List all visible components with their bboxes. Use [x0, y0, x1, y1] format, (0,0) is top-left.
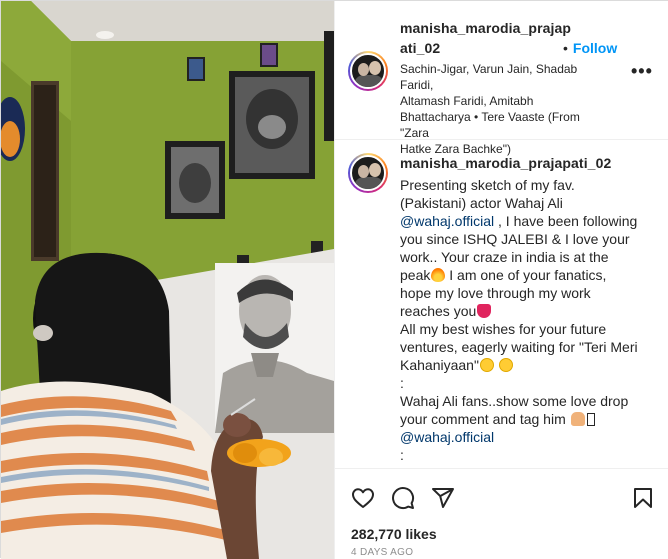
caption-line: All my best wishes for your future: [400, 321, 607, 337]
mention-link[interactable]: @wahaj.official: [400, 428, 655, 446]
bookmark-icon[interactable]: [631, 486, 655, 510]
caption-line: ventures, eagerly waiting for "Teri Meri: [400, 339, 638, 355]
caption-line: hope my love through my work: [400, 285, 591, 301]
paper-plane-icon[interactable]: [431, 486, 455, 510]
follow-button[interactable]: • Follow: [563, 40, 617, 56]
sketching-photo: [1, 1, 334, 559]
hugging-face-emoji-icon: [498, 358, 513, 372]
caption-author-username[interactable]: manisha_marodia_prajapati_02: [400, 155, 611, 171]
author-avatar[interactable]: [348, 51, 388, 91]
caption-line: reaches you: [400, 302, 655, 320]
caption-text: Presenting sketch of my fav. (Pakistani)…: [400, 176, 655, 464]
likes-count[interactable]: 282,770 likes: [351, 526, 437, 542]
author-username-link[interactable]: manisha_marodia_prajap ati_02: [400, 18, 580, 58]
caption-line: :: [400, 447, 404, 463]
caption-line: :: [400, 375, 404, 391]
fire-emoji-icon: [431, 268, 446, 282]
audio-line-3: Bhattacharya • Tere Vaaste (From "Zara: [400, 110, 580, 140]
follow-label: Follow: [572, 40, 618, 56]
speech-bubble-icon[interactable]: [391, 486, 415, 510]
post-header: manisha_marodia_prajap ati_02 • Follow Sa…: [335, 1, 668, 156]
caption-line: Wahaj Ali fans..show some love drop: [400, 393, 629, 409]
post-details-panel: manisha_marodia_prajap ati_02 • Follow Sa…: [334, 1, 668, 559]
audio-line-1: Sachin-Jigar, Varun Jain, Shadab Faridi,: [400, 62, 578, 92]
audio-line-2: Altamash Faridi, Amitabh: [400, 94, 534, 108]
username-part-1: manisha_marodia_prajap: [400, 20, 572, 36]
caption-line: @wahaj.official , I have been following: [400, 213, 638, 229]
folded-hands-emoji-icon: [570, 412, 585, 426]
heart-outline-icon[interactable]: [351, 486, 375, 510]
post-timestamp[interactable]: 4 DAYS AGO: [351, 547, 413, 558]
caption-line: you since ISHQ JALEBI & I love your: [400, 231, 630, 247]
caption-line: Presenting sketch of my fav.: [400, 177, 575, 193]
caption-line: (Pakistani) actor Wahaj Ali: [400, 195, 563, 211]
more-options-icon[interactable]: •••: [631, 61, 652, 81]
caption-author-avatar[interactable]: [348, 153, 388, 193]
missing-glyph-icon: [586, 413, 595, 426]
instagram-post: manisha_marodia_prajap ati_02 • Follow Sa…: [0, 0, 668, 559]
caption-line: work.. Your craze in india is at the: [400, 249, 609, 265]
mention-link[interactable]: @wahaj.official: [400, 213, 494, 229]
caption-line: your comment and tag him: [400, 410, 655, 428]
post-media-image[interactable]: [1, 1, 334, 559]
separator-dot: •: [563, 40, 568, 56]
caption-section[interactable]: manisha_marodia_prajapati_02 Presenting …: [335, 141, 668, 467]
hugging-face-emoji-icon: [479, 358, 494, 372]
caption-line: peak I am one of your fanatics,: [400, 267, 607, 283]
red-heart-emoji-icon: [477, 304, 492, 318]
username-part-2: ati_02: [400, 40, 441, 56]
post-actions-bar: 282,770 likes 4 DAYS AGO: [335, 468, 668, 559]
caption-line: Kahaniyaan": [400, 356, 655, 374]
